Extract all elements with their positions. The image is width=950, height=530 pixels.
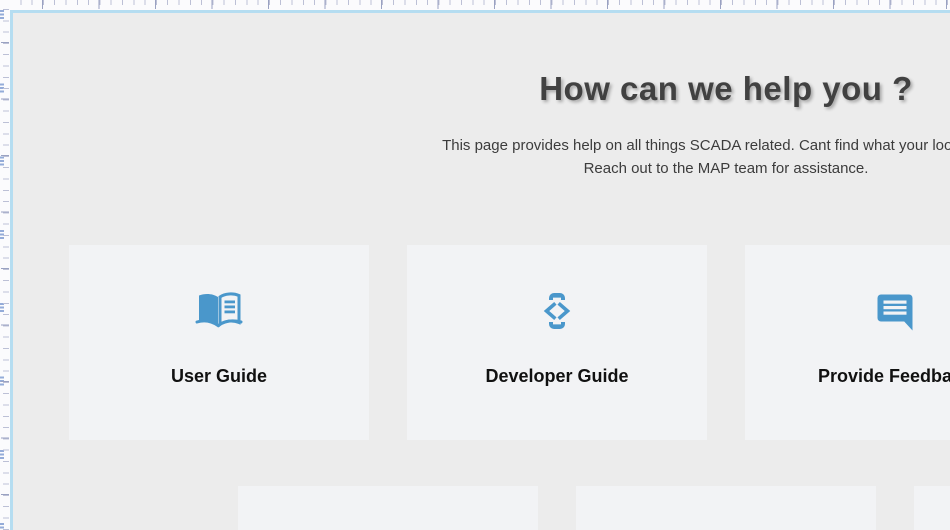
help-page: How can we help you ? This page provides… [14, 14, 950, 530]
developer-code-icon [533, 291, 581, 331]
card-developer-guide[interactable]: Developer Guide [407, 245, 707, 440]
help-card-row-bottom [238, 486, 950, 530]
card-label: Provide Feedback [745, 366, 950, 387]
open-book-icon [195, 291, 243, 331]
page-title: How can we help you ? [14, 69, 950, 109]
page-subtitle: This page provides help on all things SC… [14, 134, 950, 180]
card-partial-2[interactable] [576, 486, 876, 530]
vertical-guide-line [10, 0, 13, 530]
card-user-guide[interactable]: User Guide [69, 245, 369, 440]
subtitle-line-2: Reach out to the MAP team for assistance… [14, 157, 950, 180]
card-partial-3[interactable] [914, 486, 950, 530]
subtitle-line-1: This page provides help on all things SC… [14, 134, 950, 157]
feedback-chat-icon [871, 291, 919, 331]
page-canvas: How can we help you ? This page provides… [13, 13, 950, 530]
card-provide-feedback[interactable]: Provide Feedback [745, 245, 950, 440]
card-label: User Guide [69, 366, 369, 387]
hero-section: How can we help you ? [14, 69, 950, 109]
top-ruler [0, 0, 950, 10]
card-label: Developer Guide [407, 366, 707, 387]
horizontal-guide-line [0, 10, 950, 13]
card-partial-1[interactable] [238, 486, 538, 530]
left-ruler [0, 0, 10, 530]
help-card-row-top: User Guide Developer Guide [69, 245, 950, 440]
designer-stage: How can we help you ? This page provides… [0, 0, 950, 530]
